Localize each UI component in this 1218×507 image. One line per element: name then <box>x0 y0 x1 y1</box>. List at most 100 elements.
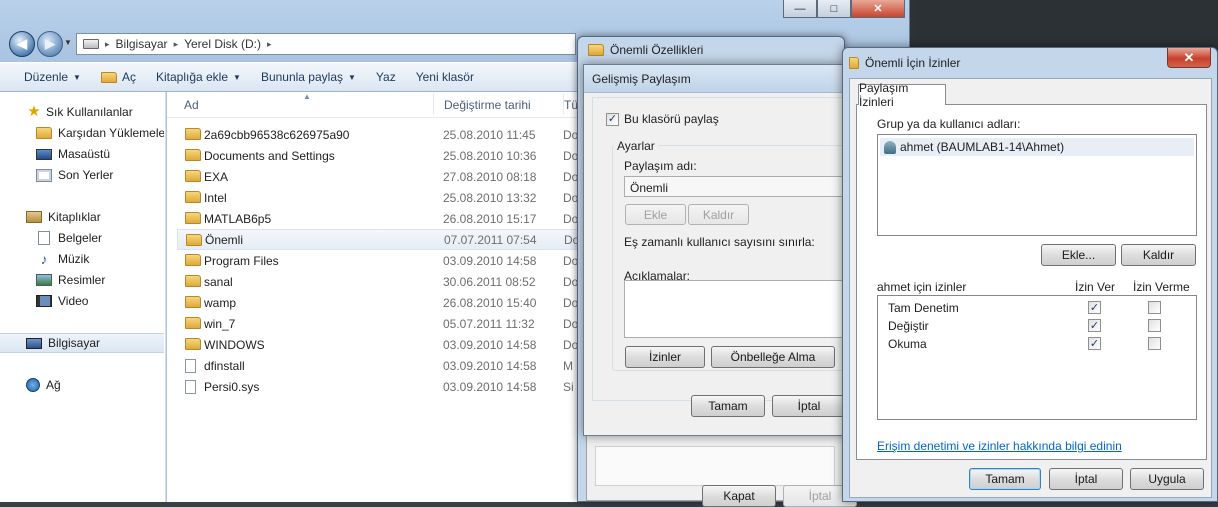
deny-checkbox[interactable] <box>1148 301 1161 314</box>
breadcrumb-separator-icon: ▸ <box>105 38 110 49</box>
open-button[interactable]: Aç <box>91 66 146 88</box>
nav-desktop-label: Masaüstü <box>58 147 111 161</box>
table-row[interactable]: Persi0.sys 03.09.2010 14:58 Si <box>177 376 580 397</box>
arrow-left-icon: ◀ <box>17 36 27 51</box>
nav-favorites[interactable]: ★ Sık Kullanılanlar <box>0 102 164 122</box>
star-icon: ★ <box>27 103 41 120</box>
permission-name: Okuma <box>888 337 927 351</box>
table-row[interactable]: Intel 25.08.2010 13:32 Do <box>177 187 580 208</box>
column-type[interactable]: Tü <box>563 94 578 114</box>
video-film-icon <box>36 295 52 307</box>
minimize-button[interactable]: — <box>783 0 817 18</box>
nav-video[interactable]: Video <box>0 291 164 311</box>
remove-share-button[interactable]: Kaldır <box>688 204 749 225</box>
breadcrumb-computer[interactable]: Bilgisayar <box>116 37 168 51</box>
allow-checkbox[interactable]: ✓ <box>1088 319 1101 332</box>
tab-share-permissions[interactable]: Paylaşım İzinleri <box>858 81 946 109</box>
file-name: Persi0.sys <box>204 379 260 394</box>
recent-pages-dropdown[interactable]: ▼ <box>64 38 72 47</box>
nav-downloads-label: Karşıdan Yüklemeler <box>58 126 164 140</box>
add-user-button[interactable]: Ekle... <box>1041 244 1116 266</box>
open-label: Aç <box>121 70 136 84</box>
allow-checkbox[interactable]: ✓ <box>1088 301 1101 314</box>
remove-user-button[interactable]: Kaldır <box>1121 244 1196 266</box>
share-name-field[interactable]: Önemli <box>624 176 844 197</box>
table-row[interactable]: MATLAB6p5 26.08.2010 15:17 Do <box>177 208 580 229</box>
permissions-close-button[interactable]: ✕ <box>1167 48 1211 68</box>
file-date: 25.08.2010 11:45 <box>443 127 536 142</box>
deny-checkbox[interactable] <box>1148 319 1161 332</box>
permission-row: Okuma ✓ <box>878 335 1196 353</box>
permission-row: Değiştir ✓ <box>878 317 1196 335</box>
nav-libraries[interactable]: Kitaplıklar <box>0 207 164 227</box>
share-folder-label: Bu klasörü paylaş <box>624 112 719 126</box>
documents-icon <box>38 231 50 245</box>
folder-icon <box>185 296 201 308</box>
forward-button[interactable]: ▶ <box>37 31 63 57</box>
close-properties-button[interactable]: Kapat <box>702 485 776 507</box>
close-button[interactable]: ✕ <box>851 0 905 18</box>
permissions-button[interactable]: İzinler <box>625 346 705 368</box>
address-bar[interactable]: ▸ Bilgisayar ▸ Yerel Disk (D:) ▸ <box>76 33 576 55</box>
table-row[interactable]: win_7 05.07.2011 11:32 Do <box>177 313 580 334</box>
advanced-cancel-button[interactable]: İptal <box>772 395 846 417</box>
permissions-body: Paylaşım İzinleri Grup ya da kullanıcı a… <box>849 78 1212 498</box>
advanced-ok-button[interactable]: Tamam <box>691 395 765 417</box>
column-name[interactable]: Ad <box>184 98 199 112</box>
nav-network-label: Ağ <box>46 378 61 392</box>
nav-pictures[interactable]: Resimler <box>0 270 164 290</box>
share-folder-checkbox[interactable]: ✓ <box>606 112 619 126</box>
nav-computer[interactable]: Bilgisayar <box>0 333 164 353</box>
table-row[interactable]: 2a69cbb96538c626975a90 25.08.2010 11:45 Do <box>177 124 580 145</box>
folder-icon <box>185 191 201 203</box>
breadcrumb-separator-icon: ▸ <box>173 38 179 49</box>
add-share-button[interactable]: Ekle <box>625 204 686 225</box>
user-list-item[interactable]: ahmet (BAUMLAB1-14\Ahmet) <box>880 138 1194 156</box>
user-name: ahmet (BAUMLAB1-14\Ahmet) <box>900 140 1065 154</box>
network-icon <box>26 378 40 392</box>
permissions-ok-button[interactable]: Tamam <box>969 468 1041 490</box>
table-row[interactable]: Program Files 03.09.2010 14:58 Do <box>177 250 580 271</box>
pictures-icon <box>36 274 52 286</box>
column-date-modified[interactable]: Değiştirme tarihi <box>433 94 531 114</box>
deny-checkbox[interactable] <box>1148 337 1161 350</box>
nav-desktop[interactable]: Masaüstü <box>0 144 164 164</box>
back-button[interactable]: ◀ <box>9 31 35 57</box>
permissions-cancel-button[interactable]: İptal <box>1049 468 1123 490</box>
table-row[interactable]: dfinstall 03.09.2010 14:58 M <box>177 355 580 376</box>
permissions-titlebar: Önemli İçin İzinler <box>849 56 960 70</box>
add-to-library-button[interactable]: Kitaplığa ekle ▼ <box>146 66 251 88</box>
nav-music[interactable]: ♪ Müzik <box>0 249 164 269</box>
access-control-help-link[interactable]: Erişim denetimi ve izinler hakkında bilg… <box>877 439 1122 453</box>
table-row[interactable]: Önemli 07.07.2011 07:54 Do <box>177 229 580 250</box>
nav-documents[interactable]: Belgeler <box>0 228 164 248</box>
file-name: Documents and Settings <box>204 148 335 163</box>
new-folder-button[interactable]: Yeni klasör <box>406 66 484 88</box>
file-name: WINDOWS <box>204 337 265 352</box>
allow-checkbox[interactable]: ✓ <box>1088 337 1101 350</box>
table-row[interactable]: wamp 26.08.2010 15:40 Do <box>177 292 580 313</box>
comments-textarea[interactable] <box>624 280 844 338</box>
table-row[interactable]: Documents and Settings 25.08.2010 10:36 Do <box>177 145 580 166</box>
share-folder-checkbox-row[interactable]: ✓ Bu klasörü paylaş <box>606 112 719 126</box>
table-row[interactable]: WINDOWS 03.09.2010 14:58 Do <box>177 334 580 355</box>
share-with-button[interactable]: Bununla paylaş ▼ <box>251 66 366 88</box>
nav-network[interactable]: Ağ <box>0 375 164 395</box>
table-row[interactable]: EXA 27.08.2010 08:18 Do <box>177 166 580 187</box>
file-date: 07.07.2011 07:54 <box>444 232 537 247</box>
file-name: win_7 <box>204 316 236 331</box>
maximize-button[interactable]: □ <box>817 0 851 18</box>
folder-icon <box>185 317 201 329</box>
organize-button[interactable]: Düzenle ▼ <box>14 66 91 88</box>
nav-recent-places[interactable]: Son Yerler <box>0 165 164 185</box>
burn-button[interactable]: Yaz <box>366 66 406 88</box>
file-date: 25.08.2010 10:36 <box>443 148 537 163</box>
permissions-apply-button[interactable]: Uygula <box>1130 468 1204 490</box>
deny-column-header: İzin Verme <box>1133 280 1190 294</box>
table-row[interactable]: sanal 30.06.2011 08:52 Do <box>177 271 580 292</box>
nav-downloads[interactable]: Karşıdan Yüklemeler <box>0 123 164 143</box>
file-date: 03.09.2010 14:58 <box>443 337 537 352</box>
caching-button[interactable]: Önbelleğe Alma <box>711 346 835 368</box>
advanced-sharing-dialog: Gelişmiş Paylaşım ✓ Bu klasörü paylaş Ay… <box>583 64 846 436</box>
breadcrumb-drive[interactable]: Yerel Disk (D:) <box>184 37 261 51</box>
